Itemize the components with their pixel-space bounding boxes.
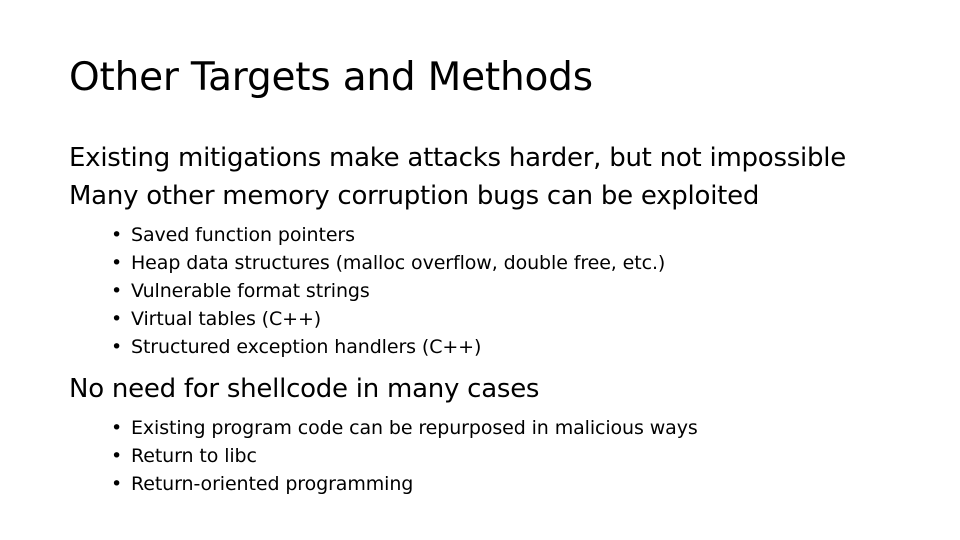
bullet-dot-icon: • <box>111 280 123 302</box>
shellcode-bullet-list: • Existing program code can be repurpose… <box>69 414 899 498</box>
list-item: • Virtual tables (C++) <box>69 305 899 333</box>
bullet-dot-icon: • <box>111 308 123 330</box>
page-title: Other Targets and Methods <box>69 55 593 100</box>
intro-line-2: Many other memory corruption bugs can be… <box>69 180 760 211</box>
targets-bullet-list: • Saved function pointers • Heap data st… <box>69 221 899 361</box>
bullet-dot-icon: • <box>111 472 123 495</box>
list-item: • Saved function pointers <box>69 221 899 249</box>
presentation-slide: Other Targets and Methods Existing mitig… <box>0 0 960 540</box>
bullet-dot-icon: • <box>111 252 123 274</box>
list-item-label: Virtual tables (C++) <box>131 308 322 330</box>
list-item-label: Return-oriented programming <box>131 472 414 495</box>
bullet-dot-icon: • <box>111 336 123 358</box>
list-item: • Existing program code can be repurpose… <box>69 414 899 442</box>
section-heading: No need for shellcode in many cases <box>69 374 540 404</box>
list-item-label: Vulnerable format strings <box>131 280 370 302</box>
list-item-label: Structured exception handlers (C++) <box>131 336 482 358</box>
list-item-label: Saved function pointers <box>131 224 355 246</box>
list-item-label: Existing program code can be repurposed … <box>131 416 698 439</box>
bullet-dot-icon: • <box>111 224 123 246</box>
bullet-dot-icon: • <box>111 444 123 467</box>
intro-line-1: Existing mitigations make attacks harder… <box>69 143 846 173</box>
list-item: • Structured exception handlers (C++) <box>69 333 899 361</box>
list-item: • Heap data structures (malloc overflow,… <box>69 249 899 277</box>
list-item-label: Return to libc <box>131 444 257 467</box>
bullet-dot-icon: • <box>111 416 123 439</box>
list-item: • Vulnerable format strings <box>69 277 899 305</box>
slide-body: Existing mitigations make attacks harder… <box>69 140 899 498</box>
list-item: • Return-oriented programming <box>69 470 899 498</box>
list-item-label: Heap data structures (malloc overflow, d… <box>131 252 666 274</box>
list-item: • Return to libc <box>69 442 899 470</box>
